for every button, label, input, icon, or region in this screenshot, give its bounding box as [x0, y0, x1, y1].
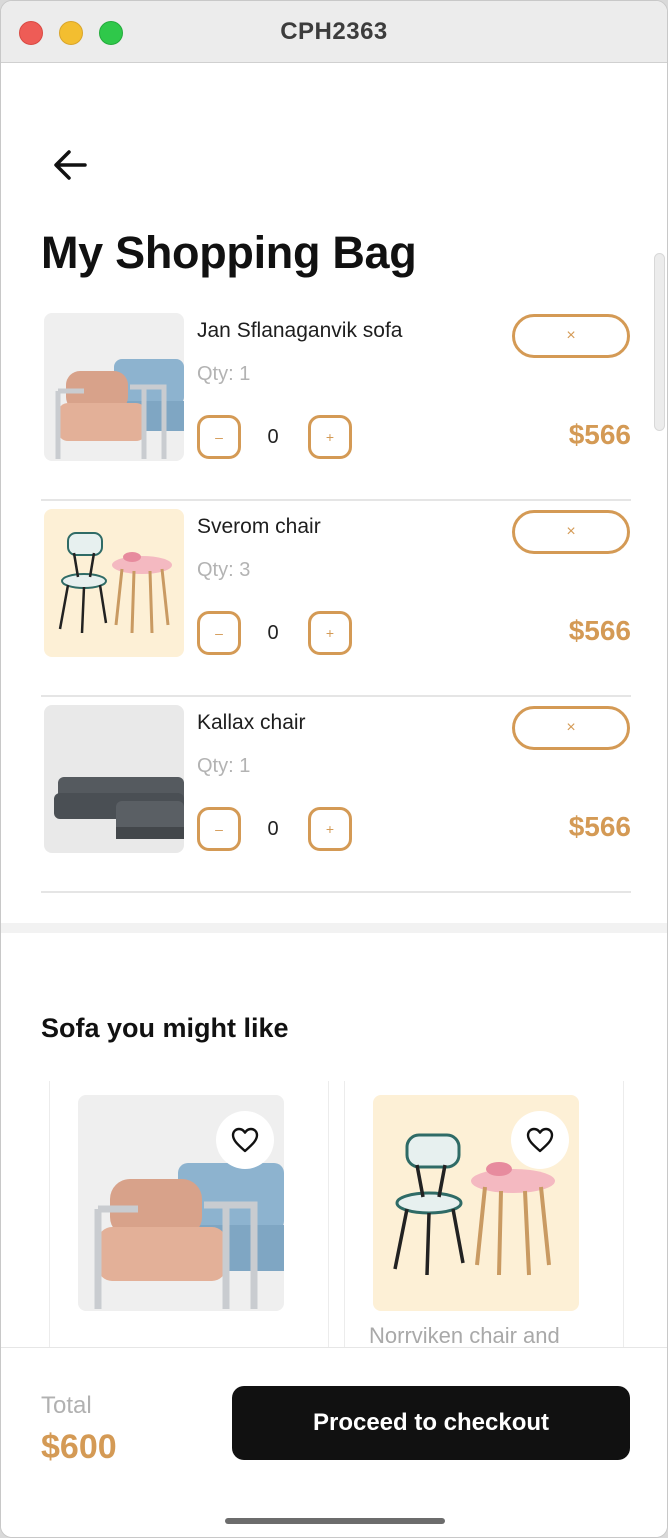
proceed-to-checkout-button[interactable]: Proceed to checkout: [232, 1386, 630, 1460]
product-qty: Qty: 1: [197, 363, 251, 385]
product-image[interactable]: [44, 509, 184, 657]
page-title: My Shopping Bag: [41, 227, 417, 278]
favorite-button[interactable]: [216, 1111, 274, 1169]
product-qty: Qty: 3: [197, 559, 251, 581]
recommendation-card[interactable]: [49, 1081, 329, 1361]
window-title: CPH2363: [280, 18, 388, 45]
heart-outline-icon: [526, 1127, 554, 1153]
heart-outline-icon: [231, 1127, 259, 1153]
app-window: CPH2363 My Shopping Bag Jan Sflanaganvik…: [0, 0, 668, 1538]
recommendation-name: Norrviken chair and: [369, 1323, 560, 1348]
product-image[interactable]: [44, 705, 184, 853]
favorite-button[interactable]: [511, 1111, 569, 1169]
product-image[interactable]: [373, 1095, 579, 1311]
product-price: $566: [568, 615, 631, 646]
total-value: $600: [41, 1428, 117, 1466]
remove-item-button[interactable]: ×: [512, 314, 630, 358]
recommendations-title: Sofa you might like: [41, 1013, 289, 1043]
product-image[interactable]: [78, 1095, 284, 1311]
checkout-footer: Total $600 Proceed to checkout: [1, 1347, 667, 1537]
decrease-qty-button[interactable]: –: [197, 415, 241, 459]
section-divider: [1, 923, 667, 933]
qty-count: 0: [267, 818, 279, 840]
product-name: Kallax chair: [197, 711, 306, 734]
scrollbar[interactable]: [654, 253, 665, 431]
home-indicator[interactable]: [225, 1518, 445, 1524]
product-price: $566: [568, 811, 631, 842]
product-name: Sverom chair: [197, 515, 321, 538]
increase-qty-button[interactable]: +: [308, 807, 352, 851]
product-image[interactable]: [44, 313, 184, 461]
qty-count: 0: [267, 622, 279, 644]
decrease-qty-button[interactable]: –: [197, 807, 241, 851]
product-name: Jan Sflanaganvik sofa: [197, 319, 403, 342]
qty-count: 0: [267, 426, 279, 448]
total-label: Total: [41, 1392, 92, 1419]
arrow-left-icon: [54, 150, 87, 180]
cart-item: Kallax chair Qty: 1 – 0 + × $566: [41, 697, 631, 893]
decrease-qty-button[interactable]: –: [197, 611, 241, 655]
remove-item-button[interactable]: ×: [512, 510, 630, 554]
increase-qty-button[interactable]: +: [308, 611, 352, 655]
product-price: $566: [568, 419, 631, 450]
back-button[interactable]: [51, 147, 89, 183]
remove-item-button[interactable]: ×: [512, 706, 630, 750]
recommendation-card[interactable]: Norrviken chair and: [344, 1081, 624, 1361]
product-qty: Qty: 1: [197, 755, 251, 777]
cart-item: Sverom chair Qty: 3 – 0 + × $566: [41, 501, 631, 697]
window-titlebar: CPH2363: [1, 1, 667, 63]
increase-qty-button[interactable]: +: [308, 415, 352, 459]
cart-item: Jan Sflanaganvik sofa Qty: 1 – 0 + × $56…: [41, 305, 631, 501]
